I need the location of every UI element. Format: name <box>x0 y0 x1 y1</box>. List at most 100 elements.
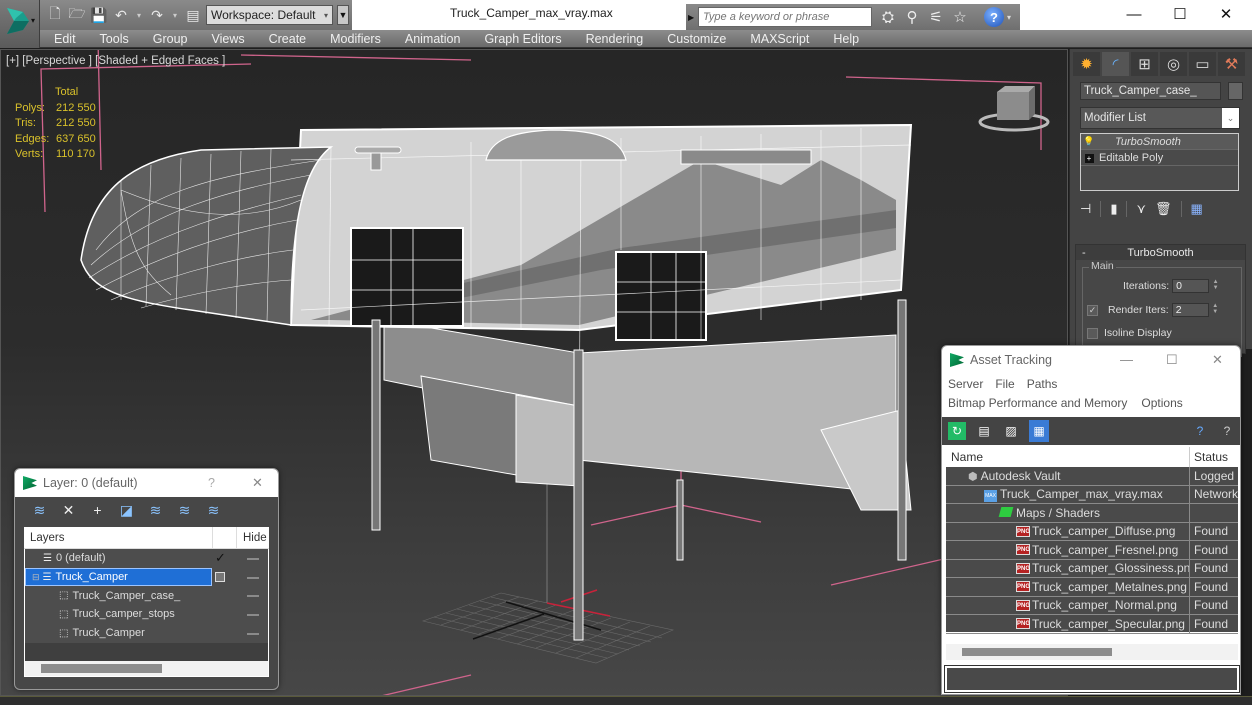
hide-toggle[interactable] <box>247 614 259 617</box>
minimize-button[interactable]: — <box>1120 352 1133 367</box>
save-icon[interactable]: 💾 <box>90 6 108 24</box>
open-file-icon[interactable]: 🗁 <box>68 5 86 24</box>
menu-create[interactable]: Create <box>269 32 307 46</box>
current-layer-check-icon[interactable]: ✓ <box>215 550 226 566</box>
menu-group[interactable]: Group <box>153 32 188 46</box>
create-icon[interactable]: ✹ <box>1073 52 1100 76</box>
collapse-icon[interactable]: - <box>1076 247 1096 259</box>
maximize-button[interactable]: ☐ <box>1157 0 1203 28</box>
hide-toggle[interactable] <box>247 632 259 635</box>
render-iters-spinner[interactable]: ▲ ▼ <box>1211 303 1220 317</box>
layer-row[interactable]: ☰ 0 (default) ✓ <box>25 549 268 568</box>
help-button[interactable]: ? <box>984 7 1004 27</box>
list-view-icon[interactable]: ▤ <box>975 422 993 440</box>
layer-row[interactable]: ⬚ Truck_Camper_case_ <box>25 586 268 605</box>
help-icon[interactable]: ? <box>1191 422 1209 440</box>
select-layer-icon[interactable]: ≋ <box>147 502 164 519</box>
stack-item-turbosmooth[interactable]: 💡 TurboSmooth <box>1081 134 1238 150</box>
horizontal-scrollbar[interactable] <box>25 661 268 676</box>
column-hide[interactable]: Hide <box>236 526 267 549</box>
display-icon[interactable]: ▭ <box>1189 52 1216 76</box>
hide-toggle[interactable] <box>247 558 259 560</box>
menu-paths[interactable]: Paths <box>1027 377 1058 391</box>
asset-row[interactable]: PNG Truck_camper_Fresnel.png Found <box>946 541 1238 560</box>
menu-bitmap-performance[interactable]: Bitmap Performance and Memory <box>948 396 1127 410</box>
scrollbar-thumb[interactable] <box>41 664 162 673</box>
isoline-display-checkbox[interactable] <box>1087 327 1098 339</box>
iterations-input[interactable]: 0 <box>1172 279 1210 293</box>
maximize-button[interactable]: ☐ <box>1166 352 1178 368</box>
asset-row[interactable]: PNG Truck_camper_Normal.png Found <box>946 596 1238 615</box>
menu-options[interactable]: Options <box>1141 396 1182 410</box>
select-objects-icon[interactable]: ◪ <box>118 502 135 519</box>
satellite-icon[interactable]: ⚟ <box>924 7 948 27</box>
viewport-label[interactable]: [+] [Perspective ] [Shaded + Edged Faces… <box>6 55 225 67</box>
help-button[interactable]: ? <box>208 476 215 490</box>
horizontal-scrollbar[interactable] <box>946 644 1238 660</box>
add-to-layer-icon[interactable]: + <box>89 502 106 519</box>
redo-icon[interactable]: ↷ <box>148 6 166 24</box>
menu-animation[interactable]: Animation <box>405 32 461 46</box>
motion-icon[interactable]: ◎ <box>1160 52 1187 76</box>
asset-row[interactable]: Maps / Shaders <box>946 504 1238 523</box>
object-name-field[interactable]: Truck_Camper_case_ <box>1080 82 1221 100</box>
utilities-icon[interactable]: ⚒ <box>1218 52 1245 76</box>
asset-tracking-titlebar[interactable]: Asset Tracking — ☐ ✕ <box>942 346 1240 374</box>
scrollbar-thumb[interactable] <box>962 648 1112 656</box>
menu-server[interactable]: Server <box>948 377 983 391</box>
set-current-layer-icon[interactable]: ≋ <box>176 502 193 519</box>
layer-titlebar[interactable]: Layer: 0 (default) ? ✕ <box>15 469 278 497</box>
show-end-result-icon[interactable]: ▮ <box>1110 201 1117 217</box>
object-color-swatch[interactable] <box>1228 82 1243 100</box>
new-file-icon[interactable]: 🗋 <box>46 5 64 24</box>
layer-row[interactable]: ⬚ Truck_Camper <box>25 624 268 643</box>
pin-stack-icon[interactable]: ⊣ <box>1080 201 1091 217</box>
favorites-star-icon[interactable]: ☆ <box>948 7 972 27</box>
render-iters-input[interactable]: 2 <box>1171 303 1209 317</box>
asset-row[interactable]: MAX Truck_Camper_max_vray.max Network <box>946 485 1238 504</box>
key-icon[interactable]: ⚲ <box>900 7 924 27</box>
hierarchy-icon[interactable]: ⊞ <box>1131 52 1158 76</box>
menu-modifiers[interactable]: Modifiers <box>330 32 381 46</box>
close-button[interactable]: ✕ <box>252 475 263 491</box>
menu-views[interactable]: Views <box>211 32 244 46</box>
search-input[interactable] <box>698 7 872 27</box>
refresh-icon[interactable]: ↻ <box>948 422 966 440</box>
modify-icon[interactable]: ◜ <box>1102 52 1129 76</box>
expand-arrow-icon[interactable]: ▶ <box>688 13 698 22</box>
asset-row[interactable]: ⬢ Autodesk Vault Logged <box>946 467 1238 486</box>
layer-properties-icon[interactable]: ≋ <box>205 502 222 519</box>
help-info-icon[interactable]: ? <box>1218 422 1236 440</box>
delete-layer-icon[interactable]: ✕ <box>60 502 77 519</box>
asset-row[interactable]: PNG Truck_camper_Specular.png Found <box>946 615 1238 634</box>
undo-icon[interactable]: ↶ <box>112 6 130 24</box>
menu-customize[interactable]: Customize <box>667 32 726 46</box>
configure-modifier-sets-icon[interactable]: ▦ <box>1191 201 1203 217</box>
minimize-button[interactable]: — <box>1111 0 1157 28</box>
menu-graph-editors[interactable]: Graph Editors <box>484 32 561 46</box>
column-status[interactable]: Status <box>1190 450 1228 464</box>
workspace-dropdown[interactable]: Workspace: Default ▾ <box>206 5 333 25</box>
close-button[interactable]: ✕ <box>1203 0 1249 28</box>
remove-modifier-icon[interactable]: 🗑 <box>1155 201 1172 217</box>
hide-toggle[interactable] <box>247 576 259 579</box>
menu-edit[interactable]: Edit <box>54 32 76 46</box>
render-iters-checkbox[interactable]: ✓ <box>1087 304 1098 316</box>
binoculars-icon[interactable]: ⛭ <box>876 7 900 27</box>
expand-plus-icon[interactable]: + <box>1081 153 1097 163</box>
make-unique-icon[interactable]: ⋎ <box>1136 201 1146 217</box>
viewcube-icon[interactable] <box>977 80 1057 135</box>
menu-rendering[interactable]: Rendering <box>586 32 644 46</box>
redo-dropdown-icon[interactable]: ▾ <box>170 6 180 24</box>
set-current-icon[interactable] <box>215 570 225 585</box>
menu-maxscript[interactable]: MAXScript <box>750 32 809 46</box>
modifier-list-dropdown[interactable]: Modifier List ⌄ <box>1080 107 1240 129</box>
lightbulb-icon[interactable]: 💡 <box>1081 136 1097 147</box>
hide-toggle[interactable] <box>247 595 259 598</box>
asset-row[interactable]: PNG Truck_camper_Metalnes.png Found <box>946 578 1238 597</box>
asset-row[interactable]: PNG Truck_camper_Diffuse.png Found <box>946 522 1238 541</box>
collapse-icon[interactable]: ⊟ <box>32 572 40 583</box>
layer-row[interactable]: ⬚ Truck_camper_stops <box>25 605 268 624</box>
menu-file[interactable]: File <box>995 377 1014 391</box>
customize-toolbar-button[interactable]: ▼ <box>337 5 349 25</box>
